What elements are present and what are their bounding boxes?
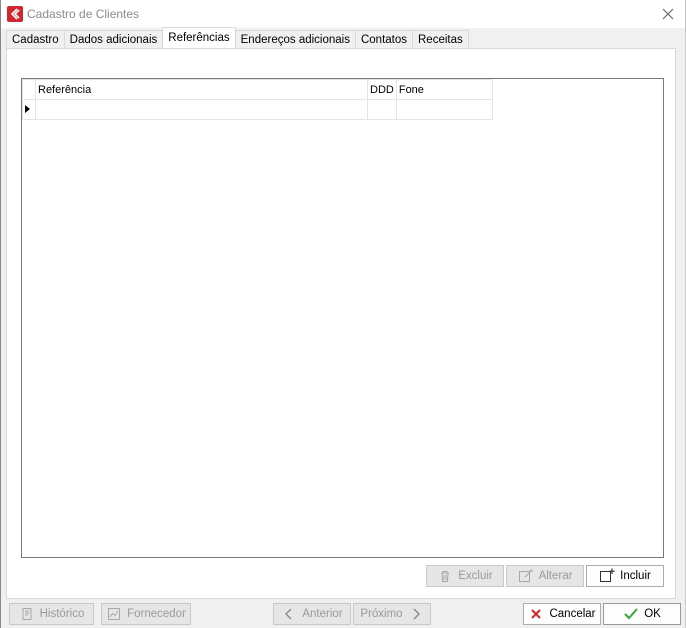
history-label: Histórico: [39, 608, 85, 620]
tab-strip: Cadastro Dados adicionais Referências En…: [6, 27, 469, 48]
window-title: Cadastro de Clientes: [27, 7, 140, 21]
close-icon: [662, 8, 674, 20]
ok-button[interactable]: OK: [603, 603, 681, 625]
tab-receitas[interactable]: Receitas: [412, 30, 469, 48]
tab-enderecos-adicionais[interactable]: Endereços adicionais: [234, 30, 356, 48]
cancel-button[interactable]: Cancelar: [523, 603, 601, 625]
supplier-button[interactable]: Fornecedor: [101, 603, 191, 625]
cell-referencia[interactable]: [35, 99, 368, 120]
delete-label: Excluir: [458, 570, 493, 582]
chevron-left-icon: [281, 606, 297, 622]
previous-label: Anterior: [302, 608, 343, 620]
close-button[interactable]: [657, 4, 679, 24]
table-row[interactable]: [22, 99, 493, 120]
delete-button[interactable]: Excluir: [426, 565, 504, 587]
edit-button[interactable]: Alterar: [506, 565, 584, 587]
ok-label: OK: [644, 608, 661, 620]
grid-header-row: Referência DDD Fone: [22, 79, 493, 100]
add-button[interactable]: Incluir: [586, 565, 664, 587]
supplier-icon: [106, 606, 122, 622]
history-icon: [19, 606, 35, 622]
previous-button[interactable]: Anterior: [273, 603, 351, 625]
next-button[interactable]: Próximo: [353, 603, 431, 625]
cancel-label: Cancelar: [549, 608, 596, 620]
cell-fone[interactable]: [395, 99, 493, 120]
edit-label: Alterar: [538, 570, 573, 582]
add-label: Incluir: [620, 570, 651, 582]
column-header-ddd[interactable]: DDD: [367, 79, 397, 100]
app-logo-icon: [7, 6, 23, 22]
close-icon: [528, 606, 544, 622]
row-indicator-header: [22, 79, 36, 100]
title-bar: Cadastro de Clientes: [1, 0, 685, 28]
supplier-label: Fornecedor: [127, 608, 186, 620]
check-icon: [623, 606, 639, 622]
column-header-referencia[interactable]: Referência: [35, 79, 368, 100]
cell-ddd[interactable]: [367, 99, 397, 120]
references-grid[interactable]: Referência DDD Fone: [21, 78, 664, 558]
tab-contatos[interactable]: Contatos: [354, 30, 413, 48]
trash-icon: [437, 568, 453, 584]
row-pointer-icon: [25, 104, 30, 113]
chevron-right-icon: [408, 606, 424, 622]
next-label: Próximo: [360, 608, 403, 620]
client-registration-window: Cadastro de Clientes Cadastro Dados adic…: [0, 0, 686, 628]
column-header-fone[interactable]: Fone: [395, 79, 493, 100]
current-row-indicator: [22, 99, 36, 120]
add-icon: [599, 568, 615, 584]
tab-referencias[interactable]: Referências: [162, 27, 236, 48]
history-button[interactable]: Histórico: [9, 603, 94, 625]
tab-cadastro[interactable]: Cadastro: [6, 30, 65, 48]
edit-icon: [518, 568, 534, 584]
tab-panel-referencias: Referência DDD Fone Excluir Alterar Incl…: [6, 48, 676, 599]
tab-dados-adicionais[interactable]: Dados adicionais: [63, 30, 164, 48]
